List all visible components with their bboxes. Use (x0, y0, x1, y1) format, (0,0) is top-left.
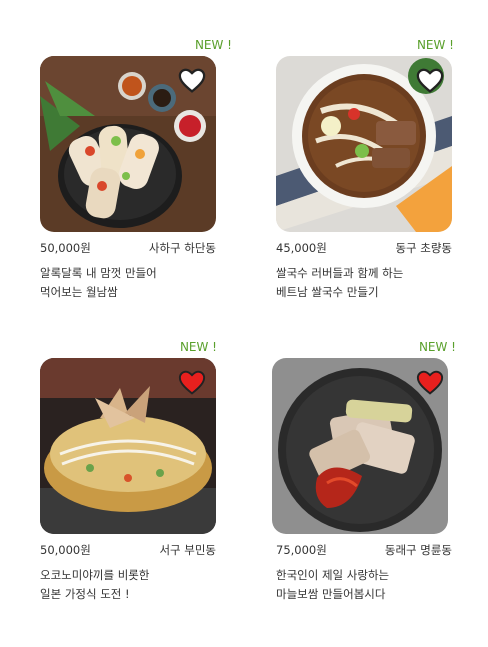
heart-filled-icon[interactable] (416, 370, 444, 396)
location: 서구 부민동 (159, 543, 216, 557)
price: 50,000원 (40, 241, 91, 255)
location: 동구 초량동 (395, 241, 452, 255)
location: 사하구 하단동 (148, 241, 216, 255)
new-badge: NEW ! (416, 38, 454, 52)
new-badge: NEW ! (418, 340, 456, 354)
class-description[interactable]: 오코노미야끼를 비롯한 일본 가정식 도전 ! (40, 566, 218, 604)
heart-outline-icon[interactable] (178, 68, 206, 94)
card-meta: 50,000원 서구 부민동 (40, 542, 216, 558)
class-description[interactable]: 쌀국수 러버들과 함께 하는 베트남 쌀국수 만들기 (276, 264, 454, 302)
class-description[interactable]: 알록달록 내 맘껏 만들어 먹어보는 월남쌈 (40, 264, 218, 302)
price: 75,000원 (276, 543, 327, 557)
class-listing-grid: NEW ! 50,000원 사하구 하단동 알록달록 내 맘껏 만들어 먹어보는… (0, 0, 488, 647)
heart-filled-icon[interactable] (178, 370, 206, 396)
card-meta: 75,000원 동래구 명륜동 (276, 542, 452, 558)
price: 50,000원 (40, 543, 91, 557)
card-meta: 45,000원 동구 초량동 (276, 240, 452, 256)
heart-outline-icon[interactable] (416, 68, 444, 94)
location: 동래구 명륜동 (384, 543, 452, 557)
new-badge: NEW ! (194, 38, 232, 52)
card-meta: 50,000원 사하구 하단동 (40, 240, 216, 256)
price: 45,000원 (276, 241, 327, 255)
class-description[interactable]: 한국인이 제일 사랑하는 마늘보쌈 만들어봅시다 (276, 566, 454, 604)
new-badge: NEW ! (179, 340, 217, 354)
